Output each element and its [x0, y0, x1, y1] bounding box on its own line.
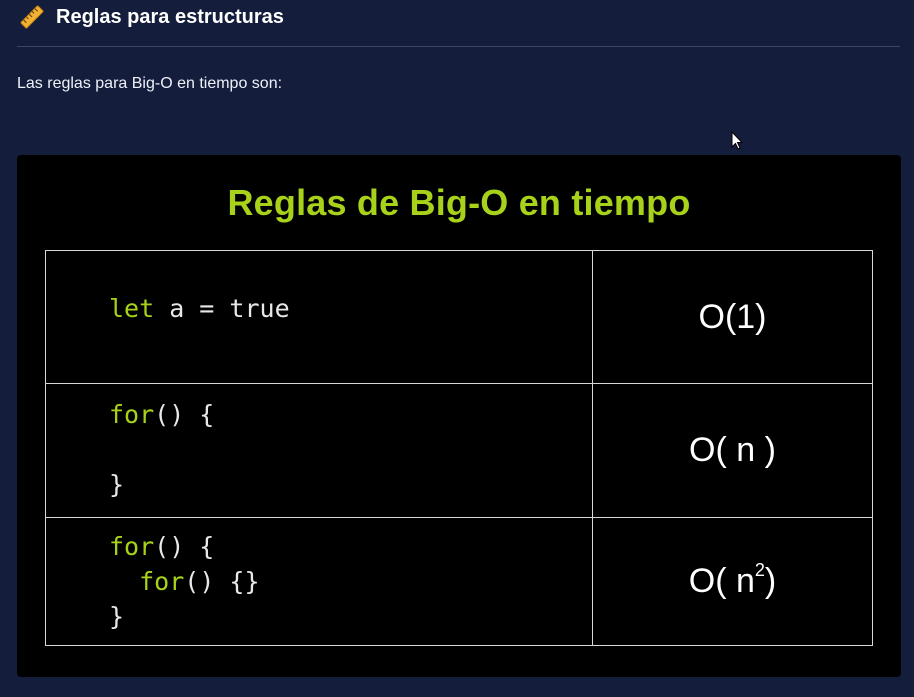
code-block: let a = true — [109, 291, 290, 326]
complexity-label: O(1) — [698, 297, 767, 336]
code-block: for() {} — [109, 397, 214, 502]
ruler-icon — [20, 5, 44, 29]
code-keyword: for — [109, 400, 155, 430]
code-keyword: for — [109, 531, 155, 561]
code-line: for() { — [109, 529, 260, 564]
code-line: let a = true — [109, 294, 290, 323]
code-cell: for() { for() {}} — [45, 516, 593, 647]
figure-title: Reglas de Big-O en tiempo — [227, 182, 691, 223]
code-keyword: for — [139, 566, 185, 596]
code-block: for() { for() {}} — [109, 529, 260, 634]
code-line: } — [109, 599, 260, 634]
code-text: } — [109, 470, 125, 500]
code-text: } — [109, 601, 125, 631]
complexity-cell: O( n ) — [592, 383, 873, 518]
table-row: for() {} O( n ) — [45, 383, 873, 518]
complexity-label: O( n ) — [689, 430, 776, 469]
code-text: () { — [154, 531, 215, 561]
page: Reglas para estructuras Las reglas para … — [0, 0, 914, 697]
complexity-base: O( n — [688, 561, 755, 600]
code-line: for() { — [109, 397, 214, 432]
code-cell: let a = true — [45, 249, 593, 385]
complexity-exponent: 2 — [754, 559, 765, 580]
complexity-cell: O( n2) — [592, 516, 873, 647]
section-title: Reglas para estructuras — [56, 5, 284, 28]
divider — [17, 46, 900, 47]
code-line: } — [109, 467, 214, 502]
code-text: a = true — [154, 294, 290, 323]
mouse-cursor-icon — [731, 131, 743, 150]
section-header: Reglas para estructuras — [20, 3, 284, 31]
rules-table: let a = true O(1) for() {} O( n ) for() … — [45, 249, 873, 647]
code-text: () {} — [184, 566, 260, 596]
code-line: for() {} — [109, 564, 260, 599]
table-row: for() { for() {}} O( n2) — [45, 516, 873, 647]
complexity-label: O( n2) — [688, 559, 777, 601]
code-cell: for() {} — [45, 383, 593, 518]
code-text: () { — [154, 400, 215, 430]
intro-text: Las reglas para Big-O en tiempo son: — [17, 75, 283, 92]
complexity-close: ) — [764, 561, 777, 600]
complexity-cell: O(1) — [592, 249, 873, 385]
table-row: let a = true O(1) — [45, 249, 873, 385]
code-keyword: let — [109, 294, 155, 323]
